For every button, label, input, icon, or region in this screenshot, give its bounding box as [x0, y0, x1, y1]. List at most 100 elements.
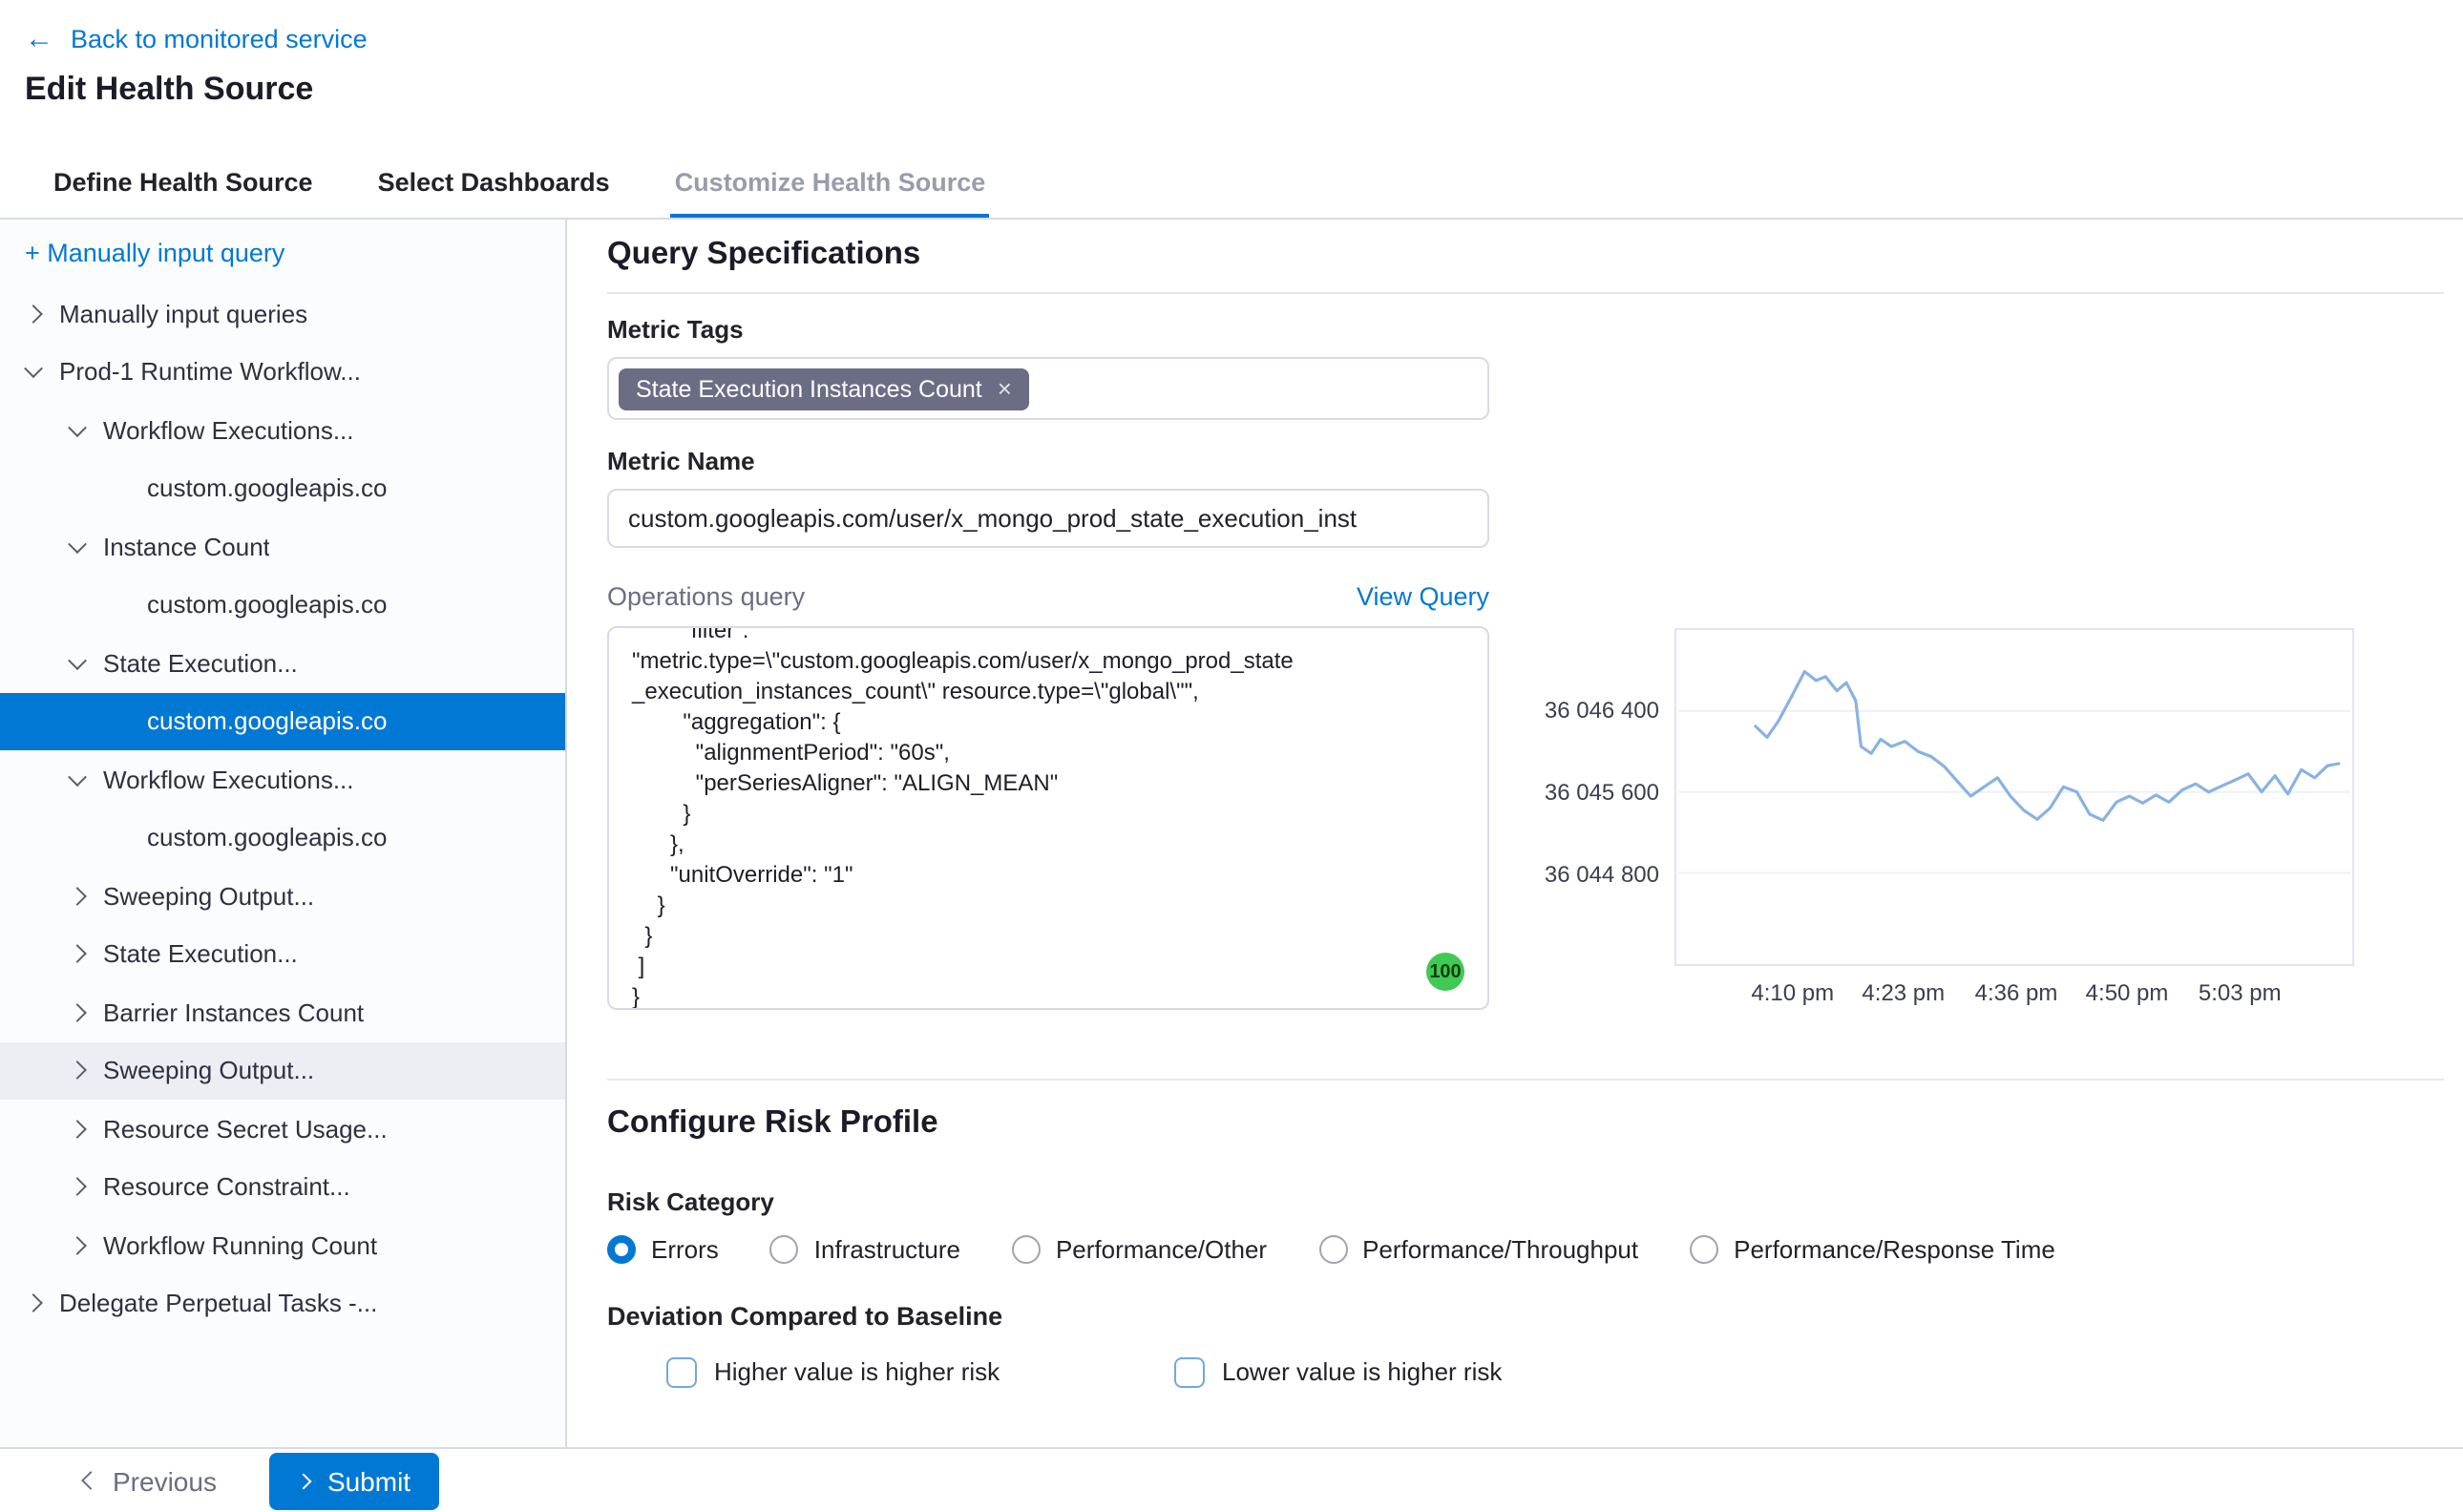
- tab-customize-health-source[interactable]: Customize Health Source: [671, 149, 990, 218]
- tree-item-custom-googleapis-co-7[interactable]: custom.googleapis.co: [0, 692, 565, 750]
- checkbox-icon[interactable]: [1174, 1356, 1205, 1387]
- risk-category-infrastructure[interactable]: Infrastructure: [770, 1235, 960, 1264]
- risk-category-performance-response-time[interactable]: Performance/Response Time: [1690, 1235, 2055, 1264]
- previous-button-label: Previous: [113, 1465, 217, 1496]
- back-arrow-icon: ←: [25, 24, 53, 52]
- tree-item-label: Workflow Executions...: [103, 766, 354, 794]
- tab-select-dashboards[interactable]: Select Dashboards: [374, 149, 614, 218]
- risk-category-label: Risk Category: [607, 1187, 2444, 1218]
- radio-label: Performance/Throughput: [1362, 1235, 1638, 1264]
- main-panel: Query Specifications Metric Tags State E…: [567, 220, 2463, 1447]
- submit-button[interactable]: Submit: [270, 1452, 439, 1509]
- tree-item-sweeping-output-13[interactable]: Sweeping Output...: [0, 1041, 565, 1100]
- tree-item-label: Resource Constraint...: [103, 1173, 350, 1202]
- operations-query-editor[interactable]: "filter": "metric.type=\"custom.googleap…: [607, 626, 1489, 1010]
- metric-tags-input[interactable]: State Execution Instances Count ×: [607, 357, 1489, 420]
- tab-define-health-source[interactable]: Define Health Source: [50, 149, 317, 218]
- tree-item-custom-googleapis-co-9[interactable]: custom.googleapis.co: [0, 808, 565, 867]
- x-axis-tick-label: 4:50 pm: [2086, 979, 2169, 1006]
- radio-icon[interactable]: [1318, 1235, 1347, 1264]
- deviation-higher-value-is-higher-risk[interactable]: Higher value is higher risk: [666, 1356, 1174, 1387]
- previous-button[interactable]: Previous: [84, 1465, 217, 1496]
- tree-item-label: Resource Secret Usage...: [103, 1115, 388, 1144]
- chevron-right-icon[interactable]: [68, 887, 87, 906]
- tree-item-barrier-instances-count-12[interactable]: Barrier Instances Count: [0, 983, 565, 1041]
- tree-item-label: custom.googleapis.co: [147, 591, 388, 620]
- tree-item-workflow-executions-2[interactable]: Workflow Executions...: [0, 401, 565, 459]
- chevron-down-icon[interactable]: [68, 535, 87, 554]
- tree-item-label: custom.googleapis.co: [147, 474, 388, 503]
- risk-category-options: Errors Infrastructure Performance/Other Per…: [607, 1233, 2444, 1266]
- chevron-right-icon[interactable]: [68, 1120, 87, 1139]
- tree-item-sweeping-output-10[interactable]: Sweeping Output...: [0, 867, 565, 925]
- chevron-right-icon[interactable]: [24, 304, 43, 324]
- query-tree-sidebar: + Manually input query Manually input qu…: [0, 220, 567, 1447]
- y-axis-tick-label: 36 046 400: [1545, 697, 1659, 724]
- chevron-right-icon[interactable]: [24, 1294, 43, 1313]
- tree-item-label: Workflow Executions...: [103, 416, 354, 445]
- metric-tags-label: Metric Tags: [607, 315, 2444, 344]
- x-axis-tick-label: 5:03 pm: [2199, 979, 2282, 1006]
- radio-icon[interactable]: [1012, 1235, 1041, 1264]
- radio-icon[interactable]: [1690, 1235, 1718, 1264]
- tree-item-state-execution-11[interactable]: State Execution...: [0, 925, 565, 983]
- tree-item-manually-input-queries-0[interactable]: Manually input queries: [0, 284, 565, 343]
- tree-item-state-execution-6[interactable]: State Execution...: [0, 634, 565, 692]
- deviation-baseline-label: Deviation Compared to Baseline: [607, 1302, 2444, 1333]
- back-to-monitored-service-link[interactable]: ← Back to monitored service: [25, 21, 368, 55]
- metric-name-label: Metric Name: [607, 447, 2444, 475]
- tree-item-resource-constraint-15[interactable]: Resource Constraint...: [0, 1158, 565, 1216]
- chevron-right-icon[interactable]: [68, 1236, 87, 1255]
- chevron-left-icon: [81, 1471, 100, 1490]
- risk-category-errors[interactable]: Errors: [607, 1235, 719, 1264]
- tree-item-delegate-perpetual-tasks-17[interactable]: Delegate Perpetual Tasks -...: [0, 1274, 565, 1333]
- chevron-right-icon[interactable]: [68, 945, 87, 964]
- chevron-right-icon[interactable]: [68, 1061, 87, 1081]
- tree-item-workflow-running-count-16[interactable]: Workflow Running Count: [0, 1216, 565, 1274]
- x-axis-tick-label: 4:36 pm: [1975, 979, 2058, 1006]
- tree-item-label: Barrier Instances Count: [103, 998, 364, 1027]
- section-divider: [607, 1079, 2444, 1081]
- page-title: Edit Health Source: [25, 71, 2432, 113]
- tree-item-custom-googleapis-co-5[interactable]: custom.googleapis.co: [0, 576, 565, 634]
- tree-item-instance-count-4[interactable]: Instance Count: [0, 517, 565, 576]
- metric-name-input[interactable]: [607, 489, 1489, 548]
- records-count-badge: 100: [1426, 953, 1464, 991]
- operations-query-row: Operations query View Query: [607, 580, 1489, 613]
- page-body: + Manually input query Manually input qu…: [0, 220, 2463, 1447]
- metric-tag-chip[interactable]: State Execution Instances Count ×: [619, 368, 1029, 410]
- tree-item-label: Manually input queries: [59, 300, 307, 328]
- chevron-down-icon[interactable]: [68, 651, 87, 670]
- tree-item-label: Workflow Running Count: [103, 1231, 377, 1260]
- chevron-right-icon[interactable]: [68, 1003, 87, 1022]
- x-axis-tick-label: 4:23 pm: [1862, 979, 1945, 1006]
- chart-y-axis: 36 046 40036 045 60036 044 800: [1522, 628, 1659, 966]
- radio-icon[interactable]: [607, 1235, 636, 1264]
- tree-item-custom-googleapis-co-3[interactable]: custom.googleapis.co: [0, 459, 565, 517]
- chevron-down-icon[interactable]: [68, 767, 87, 787]
- risk-category-performance-throughput[interactable]: Performance/Throughput: [1318, 1235, 1638, 1264]
- query-specifications-heading: Query Specifications: [607, 237, 2444, 277]
- tree-item-prod-1-runtime-workflow-1[interactable]: Prod-1 Runtime Workflow...: [0, 343, 565, 401]
- risk-category-performance-other[interactable]: Performance/Other: [1012, 1235, 1267, 1264]
- configure-risk-profile-heading: Configure Risk Profile: [607, 1105, 2444, 1147]
- deviation-lower-value-is-higher-risk[interactable]: Lower value is higher risk: [1174, 1356, 1502, 1387]
- chart-x-axis: 4:10 pm4:23 pm4:36 pm4:50 pm5:03 pm: [1676, 979, 2352, 1010]
- chevron-down-icon[interactable]: [24, 360, 43, 379]
- checkbox-icon[interactable]: [666, 1356, 697, 1387]
- manually-input-query-link[interactable]: + Manually input query: [0, 220, 565, 284]
- tree-item-resource-secret-usage-14[interactable]: Resource Secret Usage...: [0, 1100, 565, 1158]
- tree-item-workflow-executions-8[interactable]: Workflow Executions...: [0, 750, 565, 808]
- chip-close-icon[interactable]: ×: [998, 376, 1012, 401]
- tree-item-label: Delegate Perpetual Tasks -...: [59, 1290, 377, 1318]
- chevron-right-icon[interactable]: [68, 1178, 87, 1197]
- chevron-down-icon[interactable]: [68, 418, 87, 437]
- footer-bar: Previous Submit: [0, 1447, 2463, 1512]
- chart-plot-area: 4:10 pm4:23 pm4:36 pm4:50 pm5:03 pm: [1674, 628, 2354, 966]
- metric-preview-chart: 36 046 40036 045 60036 044 800 4:10 pm4:…: [1522, 628, 2354, 966]
- tree-item-label: Prod-1 Runtime Workflow...: [59, 358, 361, 387]
- edit-health-source-page: ← Back to monitored service Edit Health …: [0, 0, 2463, 1512]
- checkbox-label: Lower value is higher risk: [1222, 1357, 1502, 1386]
- radio-icon[interactable]: [770, 1235, 799, 1264]
- view-query-link[interactable]: View Query: [1357, 582, 1489, 611]
